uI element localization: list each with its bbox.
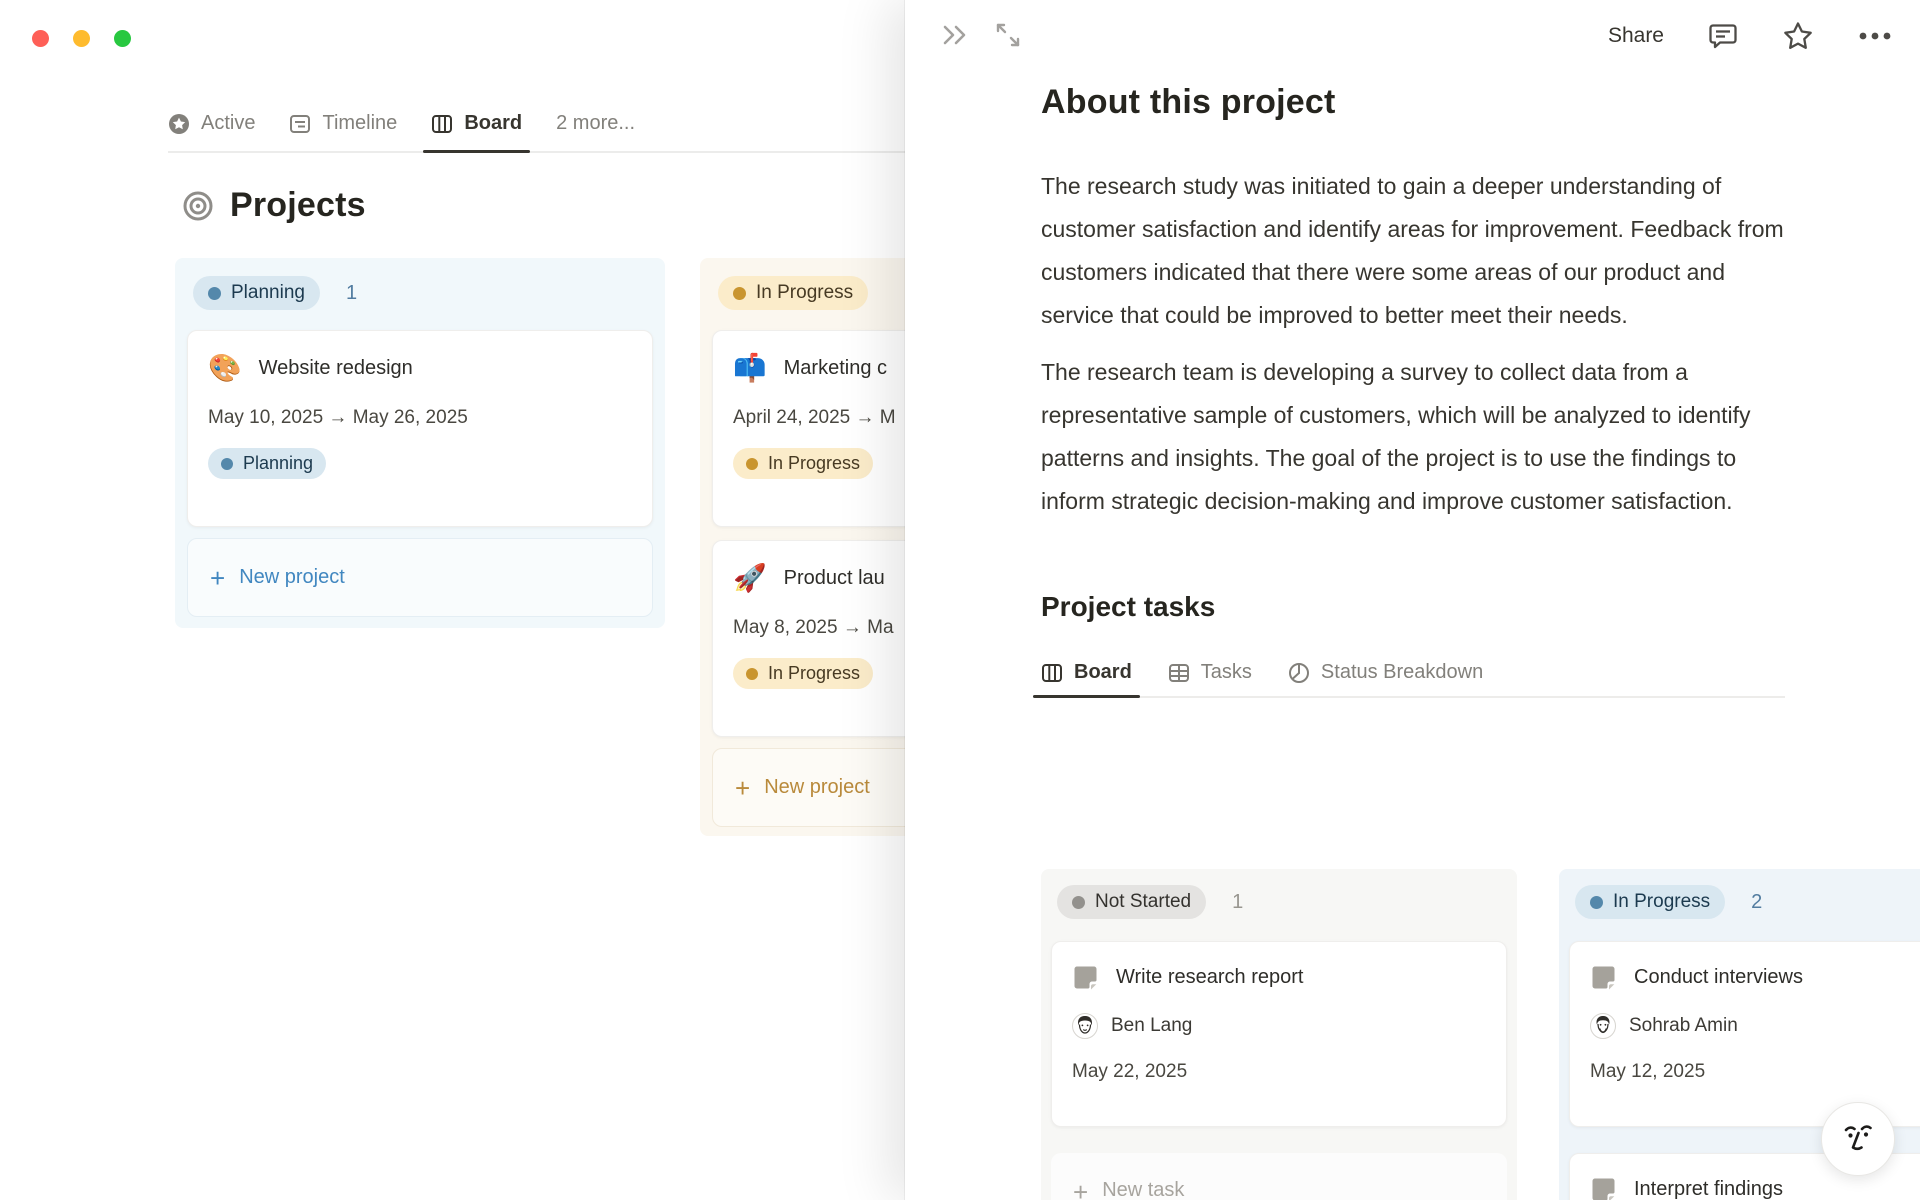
- tab-label: Active: [201, 112, 256, 134]
- database-title: Projects: [182, 186, 366, 225]
- tab-label: Board: [1074, 661, 1132, 683]
- target-icon: [182, 190, 214, 222]
- status-dot-icon: [746, 667, 758, 680]
- status-badge: Planning: [193, 276, 320, 310]
- peek-content: About this project The research study wa…: [1033, 0, 1785, 698]
- task-card-title: Write research report: [1116, 966, 1304, 988]
- tab-board[interactable]: Board: [423, 112, 530, 153]
- note-page-icon: [1072, 964, 1099, 991]
- paragraph: The research team is developing a survey…: [1041, 359, 1751, 514]
- task-card-date: May 22, 2025: [1072, 1061, 1188, 1082]
- column-count: 1: [345, 281, 358, 304]
- peek-toolbar-left: [941, 22, 1021, 48]
- task-card-title: Conduct interviews: [1634, 966, 1803, 988]
- tasks-view-tabs: Board Tasks Status Breakdown: [1033, 661, 1785, 698]
- ai-face-icon: [1844, 1125, 1872, 1151]
- status-badge: Planning: [208, 448, 327, 479]
- new-project-button[interactable]: + New project: [187, 538, 653, 617]
- close-peek-icon[interactable]: [941, 22, 971, 48]
- minimize-window-button[interactable]: [73, 30, 90, 47]
- column-header: Not Started 1: [1051, 885, 1507, 919]
- board-icon: [1041, 662, 1063, 684]
- status-badge: Not Started: [1057, 885, 1207, 919]
- section-heading: Project tasks: [1041, 591, 1216, 622]
- mailbox-icon: 📫: [733, 353, 767, 383]
- status-badge: In Progress: [733, 448, 874, 479]
- expand-page-icon[interactable]: [995, 22, 1021, 48]
- tab-tasks[interactable]: Tasks: [1168, 661, 1252, 684]
- project-card-dates: May 10, 2025 → May 26, 2025: [208, 407, 468, 428]
- tab-more-views[interactable]: 2 more...: [556, 112, 635, 135]
- status-dot-icon: [221, 457, 233, 470]
- tab-label: 2 more...: [556, 112, 636, 134]
- status-dot-icon: [208, 286, 221, 300]
- plus-icon: +: [735, 772, 751, 803]
- task-card-date: May 12, 2025: [1590, 1061, 1706, 1082]
- task-card[interactable]: Write research report Ben Lang May 22, 2…: [1051, 941, 1507, 1127]
- status-badge: In Progress: [718, 276, 869, 310]
- table-icon: [1168, 662, 1190, 684]
- avatar: [1590, 1013, 1616, 1039]
- column-header: Planning 1: [187, 276, 653, 310]
- screen: Active Timeline Board 2 more... Projects…: [0, 0, 1920, 1200]
- tab-label: Timeline: [322, 112, 398, 134]
- tasks-board: Not Started 1 Write research report Ben …: [1041, 869, 1920, 1200]
- tab-active[interactable]: Active: [168, 112, 255, 135]
- database-title-text: Projects: [230, 186, 366, 224]
- paragraph: The research study was initiated to gain…: [1041, 173, 1784, 328]
- note-page-icon: [1590, 964, 1617, 991]
- pie-clock-icon: [1288, 662, 1310, 684]
- column-header: In Progress 2: [1569, 885, 1920, 919]
- column-count: 1: [1232, 890, 1244, 913]
- project-card-title: Marketing c: [783, 357, 887, 379]
- timeline-icon: [289, 113, 311, 135]
- status-dot-icon: [1590, 895, 1603, 909]
- assignee-name: Ben Lang: [1111, 1015, 1193, 1036]
- status-badge: In Progress: [1575, 885, 1726, 919]
- status-dot-icon: [1072, 895, 1085, 909]
- star-circle-icon: [168, 113, 190, 135]
- rocket-icon: 🚀: [733, 563, 767, 593]
- tab-label: Board: [464, 112, 523, 134]
- status-badge: In Progress: [733, 658, 874, 689]
- project-card-title: Website redesign: [258, 357, 413, 379]
- notion-ai-button[interactable]: [1821, 1102, 1895, 1176]
- tab-label: Status Breakdown: [1320, 661, 1484, 683]
- project-card[interactable]: 🎨 Website redesign May 10, 2025 → May 26…: [187, 330, 653, 527]
- project-card-title: Product lau: [783, 567, 885, 589]
- window-controls: [32, 30, 131, 47]
- palette-icon: 🎨: [208, 353, 242, 383]
- assignee-name: Sohrab Amin: [1629, 1015, 1738, 1036]
- favorite-star-icon[interactable]: [1782, 20, 1814, 52]
- tab-board[interactable]: Board: [1033, 661, 1140, 698]
- board-icon: [431, 113, 453, 135]
- board-column-planning: Planning 1 🎨 Website redesign May 10, 20…: [175, 258, 665, 628]
- column-count: 2: [1751, 890, 1763, 913]
- close-window-button[interactable]: [32, 30, 49, 47]
- task-card[interactable]: Conduct interviews Sohrab Amin May 12, 2…: [1569, 941, 1920, 1127]
- new-task-button[interactable]: + New task: [1051, 1153, 1507, 1200]
- more-options-icon[interactable]: [1858, 31, 1892, 41]
- page-title: About this project: [1041, 83, 1336, 121]
- plus-icon: +: [1073, 1177, 1089, 1200]
- status-dot-icon: [746, 457, 758, 470]
- task-card-title: Interpret findings: [1634, 1178, 1783, 1200]
- status-dot-icon: [733, 286, 746, 300]
- tab-timeline[interactable]: Timeline: [289, 112, 397, 135]
- tasks-column-not-started: Not Started 1 Write research report Ben …: [1041, 869, 1517, 1200]
- note-page-icon: [1590, 1176, 1617, 1200]
- tab-status-breakdown[interactable]: Status Breakdown: [1288, 661, 1483, 684]
- side-peek-panel: Share About this project The research st…: [905, 0, 1920, 1200]
- tab-label: Tasks: [1200, 661, 1252, 683]
- avatar: [1072, 1013, 1098, 1039]
- zoom-window-button[interactable]: [114, 30, 131, 47]
- plus-icon: +: [210, 562, 226, 593]
